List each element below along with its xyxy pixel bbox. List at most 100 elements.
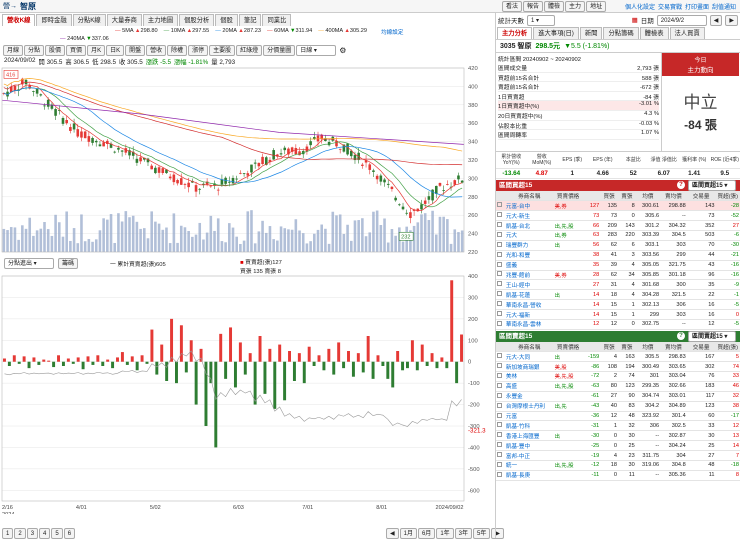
tab-major-events[interactable]: 進大事項(日) [533, 27, 579, 39]
broker-name[interactable]: 元大-新生 [505, 211, 554, 221]
broker-row[interactable]: 凱基-長庚-11011--305.36118 [496, 470, 740, 480]
col-header[interactable]: 交易量 [687, 342, 716, 352]
broker-name[interactable]: 盛義 [505, 260, 554, 270]
tool-volume-price[interactable]: 分價量圖 [263, 45, 295, 56]
checkbox[interactable] [497, 222, 502, 227]
checkbox[interactable] [497, 403, 502, 408]
checkbox[interactable] [497, 242, 502, 247]
date-next[interactable]: ▶ [725, 15, 738, 26]
checkbox[interactable] [497, 262, 502, 267]
col-header[interactable]: 買超(張) [716, 342, 740, 352]
broker-name[interactable]: 凱基-長庚 [505, 470, 554, 480]
broker-row[interactable]: 凱基-豐中-25025--304.242514 [496, 441, 740, 451]
help-icon[interactable]: ? [677, 332, 685, 340]
broker-name[interactable]: 王山-經中 [505, 280, 554, 290]
col-header[interactable]: 賣均價 [660, 342, 687, 352]
sell-select[interactable]: 區間賣超15 ▾ [688, 331, 736, 342]
col-header[interactable]: 均價 [636, 191, 660, 201]
lower-select[interactable]: 分點進出 ▾ [4, 258, 54, 269]
col-header[interactable]: 均價 [636, 342, 660, 352]
page-4[interactable]: 4 [39, 528, 50, 539]
ma-settings-link[interactable]: 均線設定 [381, 28, 403, 36]
checkbox[interactable] [497, 452, 502, 457]
range-3y[interactable]: 3年 [455, 528, 472, 539]
broker-row[interactable]: 凱基-花蓮出14184304.28321.522-1 [496, 290, 740, 300]
top-link-report[interactable]: 報告 [523, 1, 543, 12]
broker-name[interactable]: 凱基-台北 [505, 221, 554, 231]
gear-icon[interactable]: ⚙ [339, 46, 346, 55]
print-link[interactable]: 打印畫面 [685, 2, 709, 11]
help-icon[interactable]: ? [677, 181, 685, 189]
broker-row[interactable]: 華南永昌-營收14151302.1330616-5 [496, 300, 740, 310]
broker-name[interactable]: 元富-台中 [505, 201, 554, 211]
broker-name[interactable]: 富邦-中正 [505, 451, 554, 461]
date-input[interactable]: 2024/9/2 [657, 15, 707, 26]
broker-name[interactable]: 瑞豐群力 [505, 240, 554, 250]
broker-row[interactable]: 華南永昌-雲林12120302.75--12-5 [496, 319, 740, 329]
page-1[interactable]: 1 [2, 528, 13, 539]
tool-dividend[interactable]: 除權 [167, 45, 187, 56]
col-header[interactable]: 賣張 [618, 191, 636, 201]
date-prev[interactable]: ◀ [710, 15, 723, 26]
broker-row[interactable]: 元富-台中美,券1271358300.61298.88143-28 [496, 201, 740, 211]
checkbox[interactable] [497, 432, 502, 437]
col-header[interactable]: 券商名稱 [505, 342, 554, 352]
broker-row[interactable]: 永豐金-612790304.74303.0111732 [496, 391, 740, 401]
page-5[interactable]: 5 [51, 528, 62, 539]
broker-name[interactable]: 統一 [505, 461, 554, 471]
settings-link[interactable]: 個人化設定 [625, 2, 655, 11]
days-select[interactable]: 1 ▾ [527, 15, 555, 26]
broker-name[interactable]: 凱基-竹科 [505, 421, 554, 431]
checkbox[interactable] [497, 373, 502, 378]
alert-link[interactable]: 刮值通知 [712, 2, 736, 11]
page-2[interactable]: 2 [14, 528, 25, 539]
broker-name[interactable]: 元大-大同 [505, 352, 554, 362]
checkbox[interactable] [497, 422, 502, 427]
tab-notes[interactable]: 筆記 [239, 14, 262, 26]
broker-name[interactable]: 凱基-豐中 [505, 441, 554, 451]
checkbox[interactable] [497, 462, 502, 467]
broker-row[interactable]: 富邦-中正-19423311.75304277 [496, 451, 740, 461]
broker-row[interactable]: 光和-和豐38413303.5629944-21 [496, 250, 740, 260]
checkbox[interactable] [497, 363, 502, 368]
tab-stock-analysis[interactable]: 個股分析 [179, 14, 214, 26]
checkbox[interactable] [497, 271, 502, 276]
col-header[interactable]: 券商名稱 [505, 191, 554, 201]
checkbox[interactable] [497, 472, 502, 477]
broker-row[interactable]: 香港上海匯豐出-30030--302.873013 [496, 431, 740, 441]
top-link-address[interactable]: 地址 [586, 1, 606, 12]
tool-day-k[interactable]: 日K [106, 45, 124, 56]
checkbox[interactable] [497, 202, 502, 207]
tab-institutional[interactable]: 法人買賣 [670, 27, 705, 39]
broker-name[interactable]: 美林 [505, 372, 554, 382]
broker-row[interactable]: 王山-經中27314301.6830035-9 [496, 280, 740, 290]
top-link-view[interactable]: 看法 [502, 1, 522, 12]
tab-checkup[interactable]: 體檢表 [640, 27, 669, 39]
checkbox[interactable] [497, 321, 502, 326]
checkbox[interactable] [497, 301, 502, 306]
col-header[interactable]: 買超(張) [716, 191, 740, 201]
checkbox[interactable] [497, 212, 502, 217]
broker-name[interactable]: 永豐金 [505, 391, 554, 401]
tool-buy-price[interactable]: 買價 [66, 45, 86, 56]
range-1m[interactable]: 1月 [400, 528, 417, 539]
checkbox[interactable] [497, 311, 502, 316]
tab-realtime[interactable]: 即時金融 [36, 14, 71, 26]
checkbox[interactable] [497, 383, 502, 388]
trade-link[interactable]: 交易實戰 [658, 2, 682, 11]
col-header[interactable]: 買賣價格 [554, 191, 583, 201]
page-3[interactable]: 3 [27, 528, 38, 539]
broker-name[interactable]: 兆豐-館前 [505, 270, 554, 280]
broker-name[interactable]: 元富 [505, 411, 554, 421]
buy-select[interactable]: 區間買超15 ▾ [688, 180, 736, 191]
tool-open[interactable]: 開盤 [125, 45, 145, 56]
range-scroll-left[interactable]: ◀ [386, 528, 399, 539]
tab-kline[interactable]: 營收K線 [2, 14, 35, 26]
checkbox[interactable] [497, 252, 502, 257]
broker-row[interactable]: 凱基-竹科-31132306302.53312 [496, 421, 740, 431]
tab-main-analysis[interactable]: 主力分析 [497, 27, 532, 39]
tool-price[interactable]: 股價 [45, 45, 65, 56]
broker-row[interactable]: 兆豐-館前美,券286234305.85301.1896-16 [496, 270, 740, 280]
page-6[interactable]: 6 [64, 528, 75, 539]
breadcrumb[interactable]: 營→ [3, 1, 17, 11]
